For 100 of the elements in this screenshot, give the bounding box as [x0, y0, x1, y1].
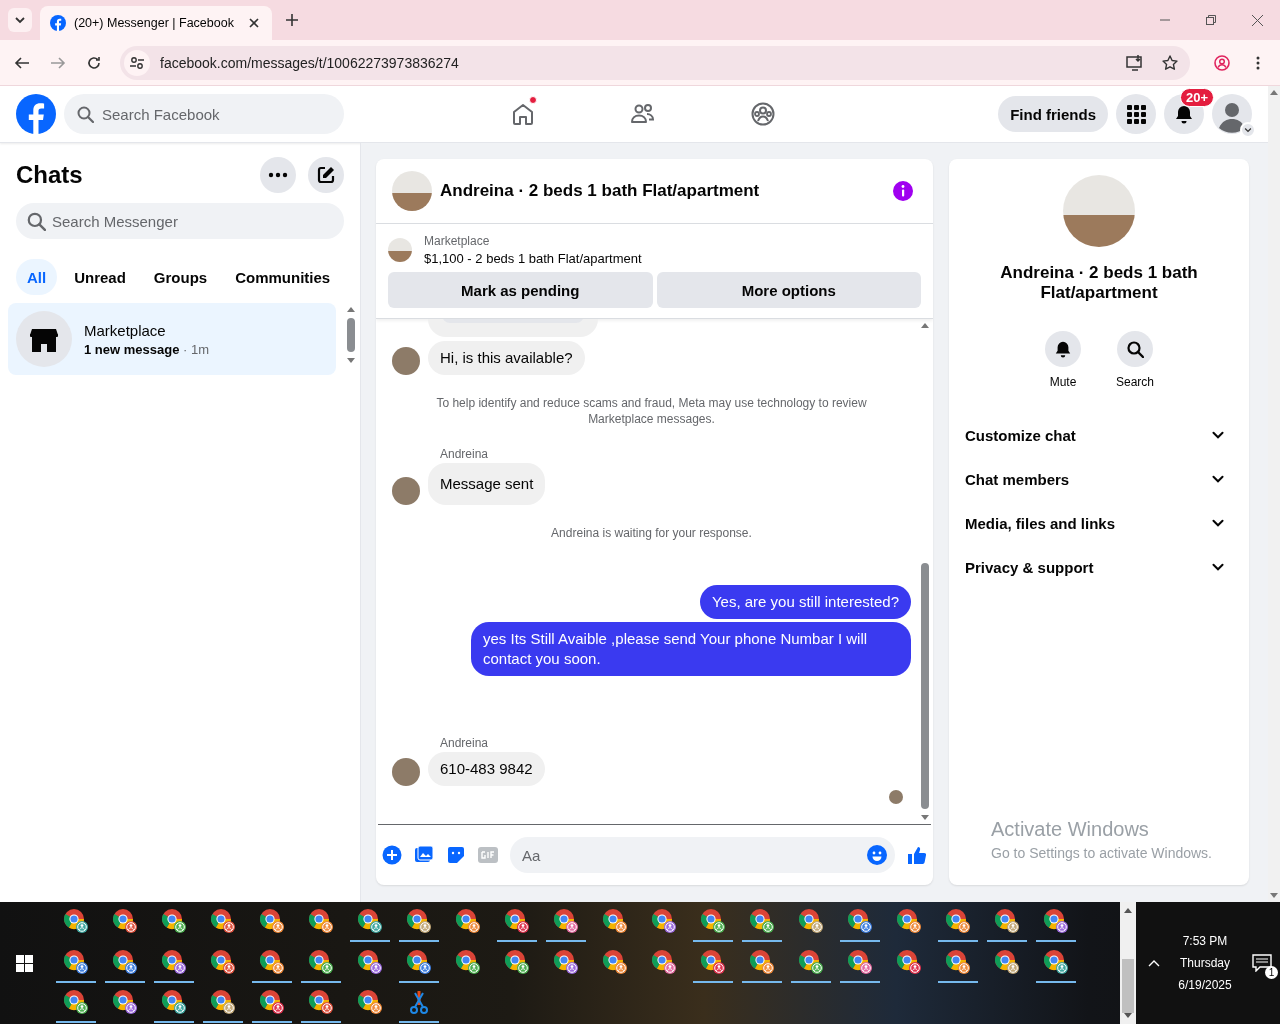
chevron-up-icon — [1148, 959, 1160, 967]
clock[interactable]: 7:53 PM Thursday 6/19/2025 — [1166, 934, 1244, 992]
notification-badge: 20+ — [1179, 88, 1214, 107]
chevron-down-icon — [1211, 474, 1225, 484]
browser-profile-icon — [63, 908, 89, 935]
site-info-button[interactable] — [124, 49, 150, 76]
clock-day: Thursday — [1180, 956, 1230, 970]
facebook-logo-icon — [16, 94, 56, 134]
section-header[interactable]: Media, files and links — [965, 501, 1233, 545]
browser-profile-icon — [602, 948, 628, 975]
info-button[interactable] — [893, 181, 913, 201]
filter-tab[interactable]: Communities — [224, 259, 342, 295]
chat-list-item[interactable]: Marketplace 1 new message · 1m — [8, 303, 336, 375]
browser-profile-icon — [749, 908, 775, 935]
avatar-silhouette-icon — [1212, 94, 1252, 134]
facebook-logo-icon — [50, 15, 66, 31]
account-button[interactable] — [1212, 94, 1252, 134]
photo-placeholder — [392, 171, 432, 211]
filter-tab[interactable]: All — [16, 259, 58, 295]
chevron-down-icon — [1211, 562, 1225, 572]
tab-list-button[interactable] — [8, 8, 32, 32]
home-icon — [510, 101, 536, 127]
browser-profile-icon — [161, 908, 187, 935]
grid-icon — [1125, 103, 1147, 125]
browser-profile-icon — [455, 948, 481, 975]
browser-profile-icon — [700, 908, 726, 935]
browser-profile-icon — [112, 948, 138, 975]
section-header[interactable]: Customize chat — [965, 413, 1233, 457]
filter-tab[interactable]: Unread — [63, 259, 137, 295]
compose-icon — [316, 165, 336, 185]
browser-profile-icon — [161, 989, 187, 1016]
listing-label: Marketplace — [424, 234, 491, 248]
new-message-button[interactable] — [308, 157, 344, 193]
browser-profile-icon — [896, 908, 922, 935]
listing-action-button[interactable]: Mark as pending — [388, 272, 653, 308]
browser-profile-icon — [357, 948, 383, 975]
section-header[interactable]: Privacy & support — [965, 545, 1233, 589]
notification-badge: 1 — [1265, 966, 1278, 979]
facebook-logo-link[interactable] — [16, 94, 56, 134]
system-notice: To help identify and reduce scams and fraud, Meta may use technology to review Marketplace messages. — [435, 395, 868, 427]
message-input[interactable]: Aa — [510, 837, 895, 873]
scrollbar[interactable] — [1120, 902, 1136, 1024]
browser-profile-icon — [357, 908, 383, 935]
options-button[interactable] — [260, 157, 296, 193]
image-button[interactable] — [414, 845, 434, 865]
search-field[interactable]: Search Messenger — [16, 203, 344, 239]
address-bar[interactable]: facebook.com/messages/t/10062273973836274 — [120, 45, 1190, 80]
message-preview: 1 new message — [84, 341, 180, 357]
image-icon — [414, 845, 434, 865]
listing-action-button[interactable]: More options — [656, 272, 921, 308]
activation-text: Go to Settings to activate Windows. — [991, 845, 1213, 861]
browser-profile-icon — [406, 908, 432, 935]
browser-profile-icon — [1043, 908, 1069, 935]
bell-icon — [1054, 340, 1072, 358]
close-icon — [1251, 14, 1263, 26]
search-field[interactable]: Search Facebook — [64, 94, 344, 134]
avatar — [392, 758, 420, 786]
plus-button[interactable] — [382, 845, 402, 865]
photo-placeholder — [388, 238, 412, 262]
browser-profile-icon — [798, 948, 824, 975]
browser-profile-icon — [994, 908, 1020, 935]
browser-profile-icon — [553, 948, 579, 975]
menu-button[interactable] — [1116, 94, 1156, 134]
plus-icon — [382, 845, 402, 865]
read-receipt-avatar — [889, 790, 903, 804]
browser-profile-icon — [308, 989, 334, 1016]
browser-profile-icon — [112, 989, 138, 1016]
browser-profile-icon — [1043, 948, 1069, 975]
sticker-button[interactable] — [446, 845, 466, 865]
browser-profile-icon — [945, 908, 971, 935]
sticker-icon — [446, 845, 466, 865]
avatar — [392, 347, 420, 375]
find-friends-button[interactable]: Find friends — [998, 96, 1108, 132]
clock-date: 6/19/2025 — [1178, 978, 1232, 992]
scrollbar[interactable] — [1268, 86, 1280, 902]
browser-profile-icon — [406, 948, 432, 975]
browser-profile-icon — [63, 989, 89, 1016]
section-header[interactable]: Chat members — [965, 457, 1233, 501]
thumbs-up-button[interactable] — [907, 845, 927, 865]
sender-name: Andreina — [440, 736, 489, 750]
forward-icon — [50, 54, 66, 71]
avatar — [392, 477, 420, 505]
clock-time: 7:53 PM — [1182, 934, 1228, 948]
message-bubble: Yes, are you still interested? — [699, 585, 911, 619]
browser-profile-icon — [847, 948, 873, 975]
browser-profile-icon — [553, 908, 579, 935]
browser-profile-icon — [994, 948, 1020, 975]
browser-profile-icon — [602, 908, 628, 935]
browser-profile-icon — [259, 989, 285, 1016]
filter-tab[interactable]: Groups — [142, 259, 219, 295]
groups-icon — [750, 101, 776, 127]
message-bubble: Message sent — [428, 463, 546, 505]
sidebar-title: Chats — [16, 161, 83, 189]
browser-profile-icon — [798, 908, 824, 935]
gif-icon — [478, 845, 498, 865]
browser-tab[interactable]: (20+) Messenger | Facebook — [40, 6, 272, 40]
browser-profile-icon — [896, 948, 922, 975]
listing-title: $1,100 - 2 beds 1 bath Flat/apartment — [424, 251, 642, 266]
install-app-icon — [1126, 54, 1144, 71]
system-notice: Andreina is waiting for your response. — [551, 525, 752, 541]
